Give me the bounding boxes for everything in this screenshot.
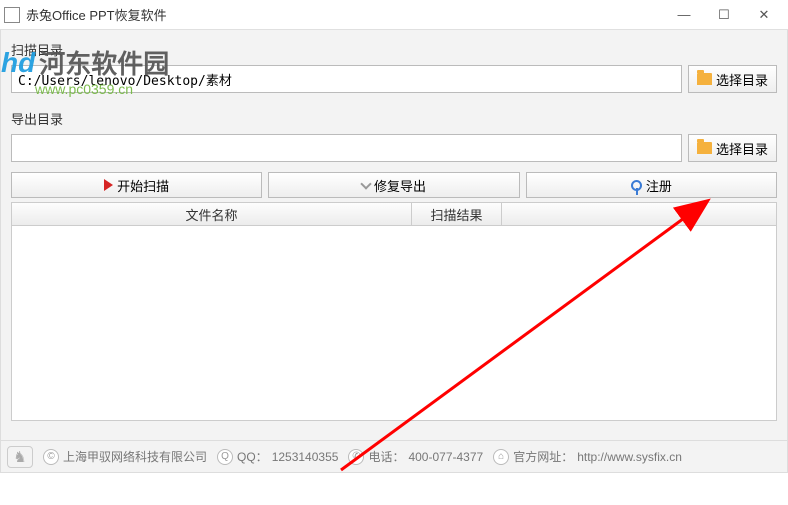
download-icon bbox=[360, 178, 371, 189]
site-label: 官方网址： bbox=[513, 448, 573, 465]
qq-label: QQ： bbox=[237, 448, 268, 465]
repair-export-button[interactable]: 修复导出 bbox=[268, 172, 519, 198]
play-icon bbox=[104, 179, 113, 191]
scan-browse-label: 选择目录 bbox=[716, 70, 768, 89]
app-icon bbox=[4, 7, 20, 23]
phone-label: 电话： bbox=[368, 448, 404, 465]
phone-value: 400-077-4377 bbox=[408, 450, 483, 464]
statusbar: ♞ © 上海甲驭网络科技有限公司 Q QQ： 1253140355 ✆ 电话： … bbox=[1, 440, 787, 472]
scan-dir-label: 扫描目录 bbox=[1, 30, 787, 65]
close-button[interactable]: ✕ bbox=[744, 1, 784, 29]
repair-export-label: 修复导出 bbox=[374, 176, 426, 195]
col-filename[interactable]: 文件名称 bbox=[12, 203, 412, 225]
table-header: 文件名称 扫描结果 bbox=[11, 202, 777, 226]
folder-icon bbox=[697, 73, 712, 85]
start-scan-label: 开始扫描 bbox=[117, 176, 169, 195]
export-path-input[interactable] bbox=[11, 134, 682, 162]
horse-icon: ♞ bbox=[7, 446, 33, 468]
titlebar: 赤兔Office PPT恢复软件 — ☐ ✕ bbox=[0, 0, 788, 30]
maximize-button[interactable]: ☐ bbox=[704, 1, 744, 29]
window-title: 赤兔Office PPT恢复软件 bbox=[26, 5, 664, 24]
export-browse-button[interactable]: 选择目录 bbox=[688, 134, 777, 162]
start-scan-button[interactable]: 开始扫描 bbox=[11, 172, 262, 198]
key-icon bbox=[631, 180, 642, 191]
minimize-button[interactable]: — bbox=[664, 1, 704, 29]
qq-icon: Q bbox=[217, 449, 233, 465]
col-scanresult[interactable]: 扫描结果 bbox=[412, 203, 502, 225]
scan-path-input[interactable] bbox=[11, 65, 682, 93]
company-icon: © bbox=[43, 449, 59, 465]
folder-icon bbox=[697, 142, 712, 154]
table-body bbox=[11, 226, 777, 421]
window-controls: — ☐ ✕ bbox=[664, 1, 784, 29]
export-dir-label: 导出目录 bbox=[1, 99, 787, 134]
main-content: hd 河东软件园 www.pc0359.cn 扫描目录 选择目录 导出目录 选择… bbox=[0, 30, 788, 473]
phone-icon: ✆ bbox=[348, 449, 364, 465]
qq-value: 1253140355 bbox=[272, 450, 339, 464]
company-name: 上海甲驭网络科技有限公司 bbox=[63, 448, 207, 465]
register-label: 注册 bbox=[646, 176, 672, 195]
scan-browse-button[interactable]: 选择目录 bbox=[688, 65, 777, 93]
globe-icon: ⌂ bbox=[493, 449, 509, 465]
col-spacer bbox=[502, 203, 582, 225]
site-value: http://www.sysfix.cn bbox=[577, 450, 682, 464]
export-browse-label: 选择目录 bbox=[716, 139, 768, 158]
register-button[interactable]: 注册 bbox=[526, 172, 777, 198]
